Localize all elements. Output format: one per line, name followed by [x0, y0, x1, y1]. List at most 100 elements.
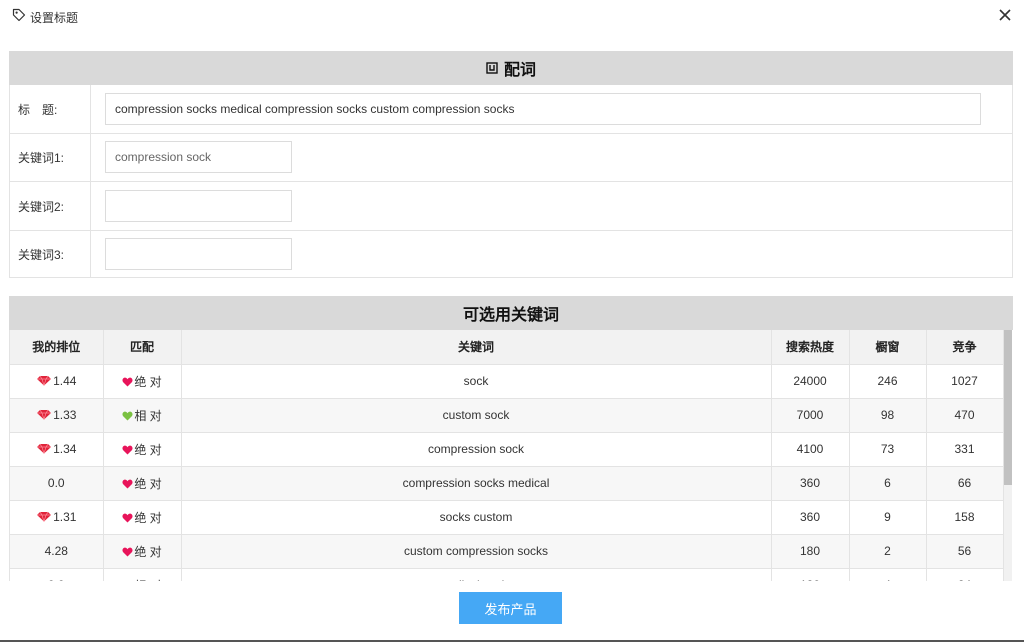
title-form: 标 题: 关键词1: 关键词2: 关键词3:	[9, 85, 1013, 278]
rank-value: 1.34	[53, 442, 77, 456]
competition-cell: 158	[926, 500, 1004, 535]
rank-cell: 4.28	[10, 534, 104, 569]
column-header-match[interactable]: 匹配	[103, 330, 182, 365]
form-row-keyword1: 关键词1:	[10, 134, 1012, 182]
rank-value: 1.44	[53, 374, 77, 388]
table-header-row: 我的排位 匹配 关键词 搜索热度 橱窗 竞争	[10, 330, 1004, 365]
keyword3-label: 关键词3:	[10, 231, 91, 278]
dialog-footer: 发布产品	[0, 581, 1024, 642]
window-cell: 9	[849, 500, 927, 535]
search-heat-cell: 360	[771, 466, 850, 501]
match-value: 绝 对	[134, 374, 162, 389]
tag-icon	[12, 8, 26, 22]
search-heat-cell: 360	[771, 500, 850, 535]
column-header-competition[interactable]: 竞争	[926, 330, 1004, 365]
keywords-table-body: 1.44 绝 对 sock 24000 246 1027 1.33 相 对 custom soc…	[10, 364, 1004, 581]
match-value: 绝 对	[134, 510, 162, 525]
heart-red-icon	[122, 479, 133, 488]
match-value: 相 对	[134, 408, 162, 423]
keyword-cell[interactable]: compression socks medical	[181, 466, 772, 501]
window-cell: 73	[849, 432, 927, 467]
keyword1-label: 关键词1:	[10, 134, 91, 181]
table-row[interactable]: 1.34 绝 对 compression sock 4100 73 331	[10, 432, 1004, 467]
rank-cell: 0.0	[10, 466, 104, 501]
match-value: 绝 对	[134, 442, 162, 457]
table-row[interactable]: 0.0 绝 对 compression socks medical 360 6 66	[10, 466, 1004, 501]
window-cell: 246	[849, 364, 927, 399]
gem-icon	[37, 511, 52, 522]
window-cell: 4	[849, 568, 927, 581]
competition-cell: 331	[926, 432, 1004, 467]
match-cell: 绝 对	[103, 534, 182, 569]
column-header-search-heat[interactable]: 搜索热度	[771, 330, 850, 365]
match-cell: 绝 对	[103, 364, 182, 399]
competition-cell: 1027	[926, 364, 1004, 399]
rank-cell: 0.0	[10, 568, 104, 581]
search-heat-cell: 24000	[771, 364, 850, 399]
gem-icon	[37, 409, 52, 420]
scrollbar-thumb[interactable]	[1004, 330, 1012, 485]
window-cell: 6	[849, 466, 927, 501]
table-row[interactable]: 1.44 绝 对 sock 24000 246 1027	[10, 364, 1004, 399]
keyword-cell[interactable]: compression sock	[181, 432, 772, 467]
heart-red-icon	[122, 547, 133, 556]
keyword2-label: 关键词2:	[10, 182, 91, 230]
keyword1-input[interactable]	[105, 141, 292, 173]
heart-green-icon	[122, 411, 133, 420]
match-value: 绝 对	[134, 476, 162, 491]
keyword2-input[interactable]	[105, 190, 292, 222]
match-value: 绝 对	[134, 544, 162, 559]
keyword-cell[interactable]: medical socks	[181, 568, 772, 581]
gem-icon	[37, 375, 52, 386]
column-header-window[interactable]: 橱窗	[849, 330, 927, 365]
heart-red-icon	[122, 513, 133, 522]
keyword-cell[interactable]: socks custom	[181, 500, 772, 535]
keywords-table-container: 我的排位 匹配 关键词 搜索热度 橱窗 竞争 1.44 绝 对 sock 24000 2…	[9, 330, 1013, 581]
table-row[interactable]: 1.33 相 对 custom sock 7000 98 470	[10, 398, 1004, 433]
competition-cell: 66	[926, 466, 1004, 501]
search-heat-cell: 180	[771, 534, 850, 569]
tag-square-icon	[486, 62, 498, 74]
match-section-title: 配词	[503, 62, 536, 79]
competition-cell: 56	[926, 534, 1004, 569]
rank-cell: 1.34	[10, 432, 104, 467]
rank-value: 1.33	[53, 408, 77, 422]
rank-cell: 1.33	[10, 398, 104, 433]
table-scrollbar[interactable]	[1004, 330, 1012, 581]
title-label: 标 题:	[10, 85, 91, 133]
table-row[interactable]: 0.0相 对medical socks180484	[10, 568, 1004, 581]
keyword3-input[interactable]	[105, 238, 292, 270]
close-icon[interactable]	[998, 8, 1012, 22]
keywords-section-header: 可选用关键词	[9, 296, 1013, 330]
keyword-cell[interactable]: custom sock	[181, 398, 772, 433]
rank-cell: 1.44	[10, 364, 104, 399]
keyword-cell[interactable]: custom compression socks	[181, 534, 772, 569]
keyword-cell[interactable]: sock	[181, 364, 772, 399]
form-row-title: 标 题:	[10, 85, 1012, 134]
column-header-keyword[interactable]: 关键词	[181, 330, 772, 365]
form-row-keyword3: 关键词3:	[10, 231, 1012, 278]
gem-icon	[37, 443, 52, 454]
match-cell: 相 对	[103, 398, 182, 433]
rank-value: 1.31	[53, 510, 77, 524]
search-heat-cell: 180	[771, 568, 850, 581]
table-row[interactable]: 4.28 绝 对 custom compression socks 180 2 56	[10, 534, 1004, 569]
publish-product-button[interactable]: 发布产品	[459, 592, 562, 624]
keywords-section-title: 可选用关键词	[462, 307, 559, 324]
search-heat-cell: 4100	[771, 432, 850, 467]
match-section-header: 配词	[9, 51, 1013, 85]
rank-value: 4.28	[44, 544, 68, 558]
match-cell: 绝 对	[103, 500, 182, 535]
form-row-keyword2: 关键词2:	[10, 182, 1012, 231]
column-header-rank[interactable]: 我的排位	[10, 330, 104, 365]
window-cell: 2	[849, 534, 927, 569]
competition-cell: 84	[926, 568, 1004, 581]
heart-red-icon	[122, 445, 133, 454]
match-cell: 相 对	[103, 568, 182, 581]
match-cell: 绝 对	[103, 432, 182, 467]
title-input[interactable]	[105, 93, 981, 125]
competition-cell: 470	[926, 398, 1004, 433]
table-row[interactable]: 1.31 绝 对 socks custom 360 9 158	[10, 500, 1004, 535]
search-heat-cell: 7000	[771, 398, 850, 433]
window-cell: 98	[849, 398, 927, 433]
